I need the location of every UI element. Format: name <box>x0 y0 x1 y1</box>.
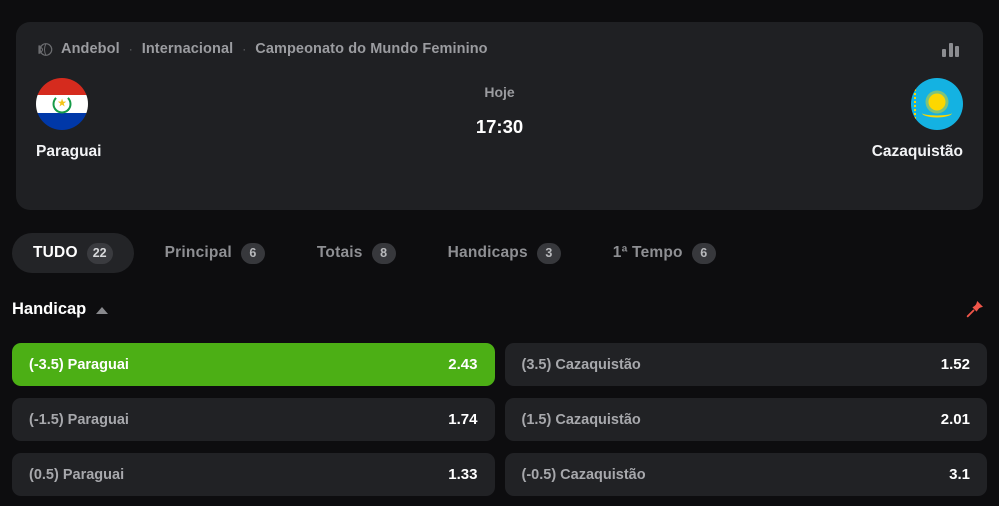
pin-icon[interactable] <box>965 298 985 320</box>
tab-primeiro-tempo-count: 6 <box>691 242 716 264</box>
tab-totais-count: 8 <box>371 242 396 264</box>
bet-option-cazaquistao-1-5[interactable]: (1.5) Cazaquistão 2.01 <box>504 398 987 441</box>
breadcrumb-region[interactable]: Internacional <box>142 41 234 57</box>
tab-primeiro-tempo[interactable]: 1ª Tempo 6 <box>592 233 737 273</box>
bet-odds-value: 1.33 <box>448 466 478 483</box>
bet-odds-value: 2.01 <box>940 411 970 428</box>
bar-chart-bar-2 <box>948 43 953 57</box>
bet-option-cazaquistao-minus-0-5[interactable]: (-0.5) Cazaquistão 3.1 <box>504 453 987 496</box>
market-title: Handicap <box>12 299 87 318</box>
home-team-name: Paraguai <box>36 143 102 160</box>
market-collapse-toggle[interactable]: Handicap <box>12 299 109 319</box>
match-day-label: Hoje <box>484 84 515 100</box>
match-time: 17:30 <box>475 116 524 137</box>
flag-stripe-red <box>36 78 88 96</box>
tab-tudo-count: 22 <box>86 242 113 264</box>
home-team: ★ Paraguai <box>36 78 286 161</box>
tab-handicaps-count: 3 <box>536 242 561 264</box>
kazakhstan-eagle <box>922 108 952 118</box>
market-header: Handicap <box>12 294 985 324</box>
teams-row: ★ Paraguai Hoje 17:30 Cazaquistão <box>16 78 983 198</box>
bet-selection-label: (1.5) Cazaquistão <box>521 411 641 428</box>
tab-principal-label: Principal <box>164 244 232 261</box>
paraguay-star: ★ <box>57 97 67 110</box>
bet-option-cazaquistao-3-5[interactable]: (3.5) Cazaquistão 1.52 <box>504 343 987 386</box>
breadcrumb-competition[interactable]: Campeonato do Mundo Feminino <box>255 41 487 57</box>
breadcrumb-sport[interactable]: Andebol <box>61 41 120 57</box>
bet-odds-value: 1.52 <box>940 356 970 373</box>
tab-primeiro-tempo-label: 1ª Tempo <box>612 244 683 261</box>
tab-totais[interactable]: Totais 8 <box>296 233 417 273</box>
bet-selection-label: (3.5) Cazaquistão <box>521 356 641 373</box>
paraguay-flag: ★ <box>36 78 88 130</box>
tab-handicaps[interactable]: Handicaps 3 <box>427 233 582 273</box>
tab-principal[interactable]: Principal 6 <box>144 233 286 273</box>
bet-option-paraguai-minus-1-5[interactable]: (-1.5) Paraguai 1.74 <box>12 398 495 441</box>
breadcrumb-separator-1: · <box>128 42 133 56</box>
bet-option-paraguai-minus-3-5[interactable]: (-3.5) Paraguai 2.43 <box>12 343 495 386</box>
bet-selection-label: (-3.5) Paraguai <box>29 356 129 373</box>
breadcrumb-separator-2: · <box>242 42 247 56</box>
flag-stripe-blue <box>36 112 88 130</box>
bar-chart-icon[interactable] <box>942 40 961 57</box>
tab-tudo[interactable]: TUDO 22 <box>12 233 134 273</box>
betting-page: Andebol · Internacional · Campeonato do … <box>0 0 999 506</box>
tab-handicaps-label: Handicaps <box>447 244 528 261</box>
tab-principal-count: 6 <box>240 242 265 264</box>
caret-up-icon <box>96 306 109 314</box>
bet-option-paraguai-0-5[interactable]: (0.5) Paraguai 1.33 <box>12 453 495 496</box>
bet-odds-value: 3.1 <box>949 466 970 483</box>
tab-tudo-label: TUDO <box>33 244 78 261</box>
kazakhstan-flag <box>911 78 963 130</box>
kazakhstan-ornament <box>914 89 919 119</box>
bet-selection-label: (-1.5) Paraguai <box>29 411 129 428</box>
market-tabs: TUDO 22 Principal 6 Totais 8 Handicaps 3… <box>12 233 737 273</box>
bet-selection-label: (0.5) Paraguai <box>29 466 125 483</box>
bar-chart-bar-1 <box>942 49 946 57</box>
bar-chart-bar-3 <box>955 46 959 57</box>
away-team: Cazaquistão <box>713 78 963 161</box>
breadcrumb[interactable]: Andebol · Internacional · Campeonato do … <box>36 38 488 60</box>
handball-icon <box>38 42 53 56</box>
match-header-card: Andebol · Internacional · Campeonato do … <box>16 22 983 210</box>
bet-odds-value: 1.74 <box>448 411 478 428</box>
bet-selection-label: (-0.5) Cazaquistão <box>521 466 646 483</box>
handicap-bet-grid: (-3.5) Paraguai 2.43 (3.5) Cazaquistão 1… <box>12 343 987 496</box>
tab-totais-label: Totais <box>316 244 363 261</box>
kickoff-info: Hoje 17:30 <box>400 78 600 138</box>
bet-odds-value: 2.43 <box>448 356 478 373</box>
away-team-name: Cazaquistão <box>871 143 963 160</box>
